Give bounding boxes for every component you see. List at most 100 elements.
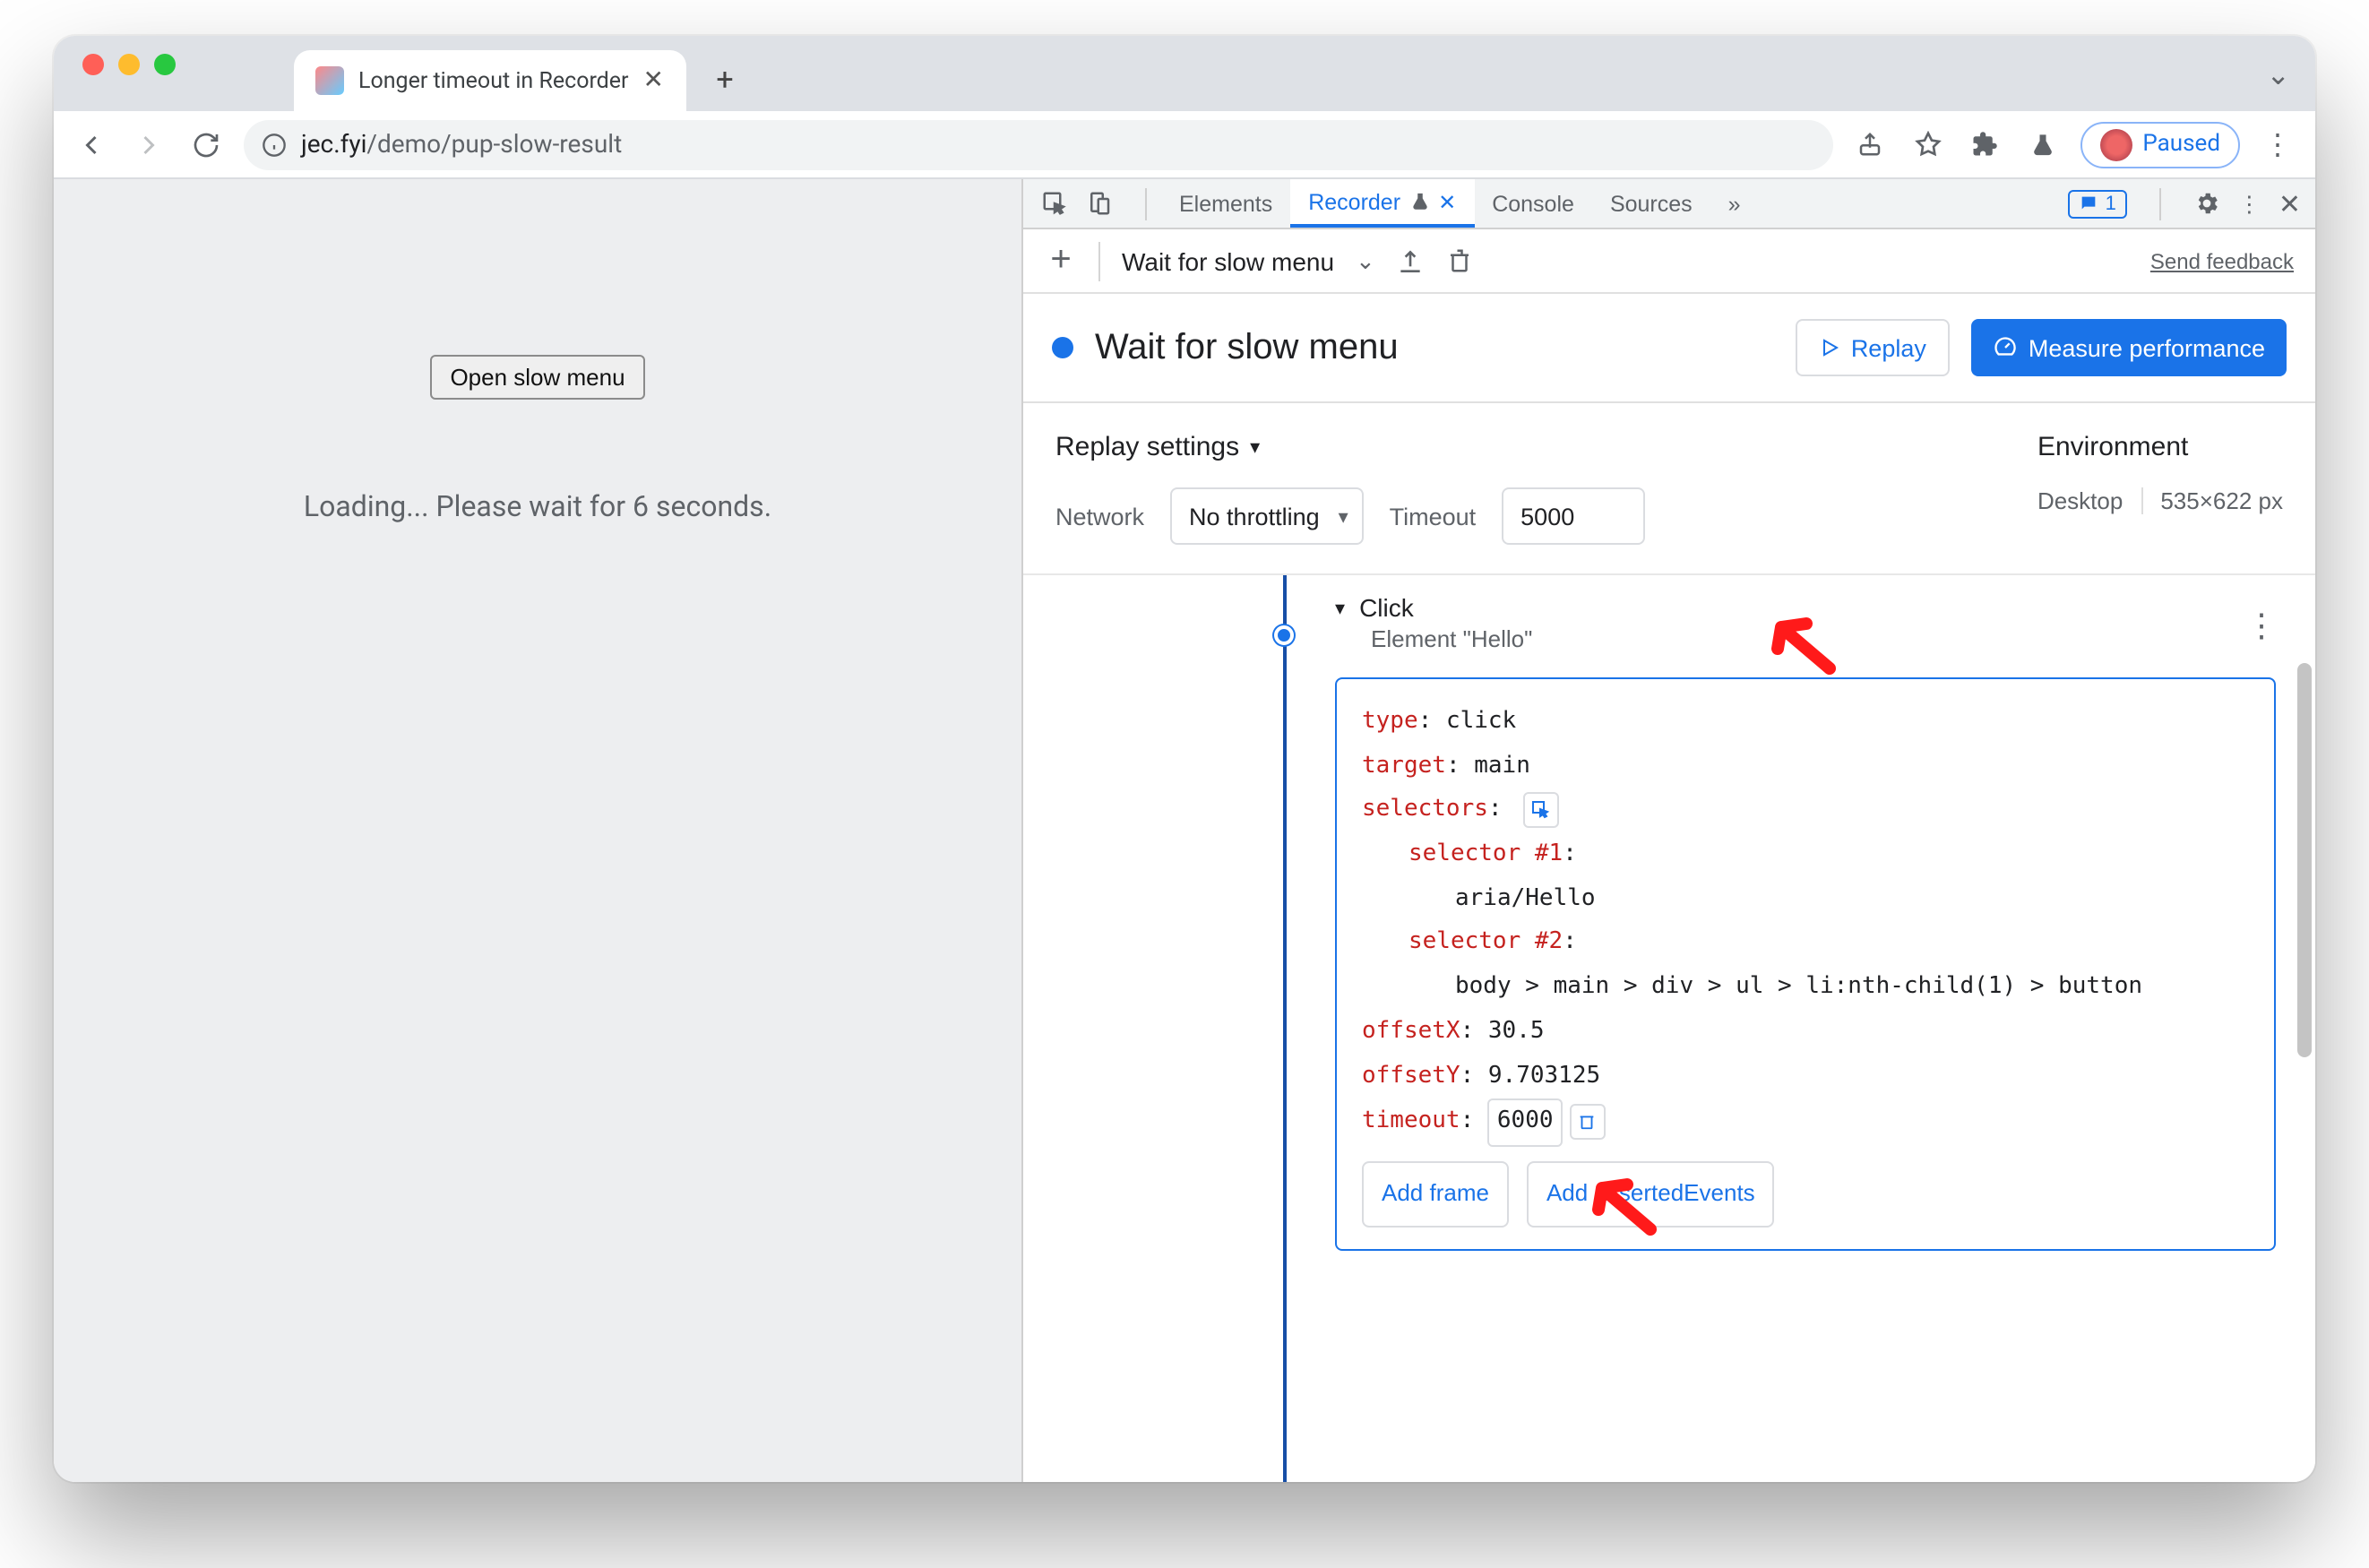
environment-heading: Environment — [2037, 432, 2283, 462]
delete-recording-icon[interactable] — [1447, 247, 1474, 274]
prop-offsetx-val[interactable]: 30.5 — [1488, 1018, 1545, 1045]
menu-icon[interactable]: ⋮ — [2258, 125, 2297, 164]
profile-status-label: Paused — [2142, 131, 2220, 158]
devtools-tabbar: Elements Recorder ✕ Console Sources » 1 ⋮… — [1023, 179, 2315, 229]
device-toggle-icon[interactable] — [1086, 179, 1131, 228]
replay-settings-heading[interactable]: Replay settings▾ — [1055, 432, 1966, 462]
network-value: No throttling — [1189, 503, 1320, 530]
collapse-icon: ▾ — [1335, 596, 1345, 619]
step-header[interactable]: ▾ Click — [1335, 593, 2290, 622]
tab-elements[interactable]: Elements — [1161, 179, 1290, 228]
step-timeout-input[interactable]: 6000 — [1488, 1098, 1563, 1146]
window-controls — [75, 36, 186, 111]
gauge-icon — [1993, 335, 2018, 360]
recording-header: Wait for slow menu Replay Measure perfor… — [1023, 294, 2315, 403]
step-subtitle: Element "Hello" — [1371, 625, 2290, 652]
tab-title: Longer timeout in Recorder — [358, 67, 629, 94]
timeout-label: Timeout — [1390, 503, 1477, 530]
inspect-element-icon[interactable] — [1023, 179, 1086, 228]
url-text: jec.fyi/demo/pup-slow-result — [301, 130, 622, 159]
prop-target-key: target — [1362, 752, 1446, 779]
new-recording-button[interactable]: + — [1045, 240, 1077, 281]
messages-count: 1 — [2106, 193, 2116, 214]
environment-info: Desktop 535×622 px — [2037, 487, 2283, 514]
measure-label: Measure performance — [2029, 334, 2265, 361]
element-picker-icon[interactable] — [1523, 792, 1559, 828]
timeout-value: 5000 — [1520, 503, 1574, 530]
replay-button[interactable]: Replay — [1796, 319, 1950, 376]
tab-recorder[interactable]: Recorder ✕ — [1290, 179, 1474, 228]
reload-button[interactable] — [186, 125, 226, 164]
prop-type-val[interactable]: click — [1446, 708, 1516, 735]
favicon-icon — [315, 66, 344, 95]
measure-performance-button[interactable]: Measure performance — [1971, 319, 2287, 376]
browser-window: Longer timeout in Recorder ✕ + ⌄ jec.fyi… — [54, 36, 2315, 1482]
env-device: Desktop — [2037, 487, 2123, 514]
close-devtools-icon[interactable]: ✕ — [2279, 187, 2301, 220]
prop-sel1-val[interactable]: aria/Hello — [1455, 885, 1596, 912]
tab-strip: Longer timeout in Recorder ✕ + ⌄ — [54, 36, 2315, 111]
send-feedback-link[interactable]: Send feedback — [2150, 248, 2294, 273]
tab-console[interactable]: Console — [1474, 179, 1592, 228]
flow-dropdown-icon[interactable]: ⌄ — [1356, 246, 1375, 275]
extensions-icon[interactable] — [1965, 125, 2004, 164]
network-label: Network — [1055, 503, 1144, 530]
devtools-menu-icon[interactable]: ⋮ — [2238, 190, 2261, 217]
open-slow-menu-button[interactable]: Open slow menu — [430, 355, 644, 400]
prop-sel2-key: selector #2 — [1408, 929, 1563, 956]
fullscreen-window-button[interactable] — [154, 54, 176, 75]
profile-paused-button[interactable]: Paused — [2080, 121, 2240, 168]
chevron-down-icon[interactable]: ⌄ — [2266, 57, 2290, 91]
step-menu-icon[interactable]: ⋮ — [2245, 607, 2276, 645]
network-throttling-select[interactable]: No throttling — [1169, 487, 1365, 545]
recorder-toolbar: + Wait for slow menu ⌄ Send feedback — [1023, 229, 2315, 294]
devtools-panel: Elements Recorder ✕ Console Sources » 1 ⋮… — [1021, 179, 2315, 1482]
close-tab-icon[interactable]: ✕ — [643, 66, 664, 95]
share-icon[interactable] — [1850, 125, 1890, 164]
close-tab-x-icon[interactable]: ✕ — [1438, 189, 1456, 214]
add-asserted-events-button[interactable]: Add assertedEvents — [1527, 1161, 1775, 1227]
new-tab-button[interactable]: + — [700, 56, 750, 106]
tab-sources[interactable]: Sources — [1592, 179, 1710, 228]
step-title: Click — [1359, 593, 1414, 622]
browser-toolbar: jec.fyi/demo/pup-slow-result Paused ⋮ — [54, 111, 2315, 179]
recording-title: Wait for slow menu — [1095, 327, 1774, 368]
add-frame-button[interactable]: Add frame — [1362, 1161, 1509, 1227]
prop-timeout-key: timeout — [1362, 1107, 1460, 1134]
step-editor: type: click target: main selectors: sele… — [1335, 677, 2276, 1250]
replay-label: Replay — [1851, 334, 1926, 361]
address-bar[interactable]: jec.fyi/demo/pup-slow-result — [244, 119, 1832, 169]
forward-button[interactable] — [129, 125, 168, 164]
prop-sel2-val[interactable]: body > main > div > ul > li:nth-child(1)… — [1455, 973, 2142, 1000]
delete-prop-icon[interactable] — [1570, 1103, 1606, 1139]
bookmark-icon[interactable] — [1908, 125, 1947, 164]
content-split: Open slow menu Loading... Please wait fo… — [54, 179, 2315, 1482]
timeline-rail — [1283, 575, 1287, 1482]
export-icon[interactable] — [1397, 246, 1426, 275]
timeline-node — [1274, 625, 1294, 645]
prop-sel1-key: selector #1 — [1408, 840, 1563, 867]
prop-offsetx-key: offsetX — [1362, 1018, 1460, 1045]
play-icon — [1819, 337, 1840, 358]
prop-offsety-val[interactable]: 9.703125 — [1488, 1062, 1600, 1089]
back-button[interactable] — [72, 125, 111, 164]
more-tabs-icon[interactable]: » — [1710, 179, 1759, 228]
prop-selectors-key: selectors — [1362, 797, 1488, 823]
prop-type-key: type — [1362, 708, 1418, 735]
info-icon — [262, 132, 287, 157]
flow-name[interactable]: Wait for slow menu — [1122, 246, 1334, 275]
prop-offsety-key: offsetY — [1362, 1062, 1460, 1089]
timeout-input[interactable]: 5000 — [1501, 487, 1644, 545]
close-window-button[interactable] — [82, 54, 104, 75]
settings-gear-icon[interactable] — [2193, 190, 2220, 217]
messages-badge[interactable]: 1 — [2068, 189, 2127, 218]
minimize-window-button[interactable] — [118, 54, 140, 75]
prop-target-val[interactable]: main — [1474, 752, 1530, 779]
steps-area: ⋮ ▾ Click Element "Hello" type: click tar… — [1023, 575, 2315, 1482]
labs-icon[interactable] — [2022, 125, 2062, 164]
avatar — [2099, 128, 2132, 160]
browser-tab[interactable]: Longer timeout in Recorder ✕ — [294, 50, 685, 111]
env-size: 535×622 px — [2141, 487, 2283, 514]
tab-recorder-label: Recorder — [1308, 189, 1400, 214]
flask-icon — [1409, 192, 1429, 211]
